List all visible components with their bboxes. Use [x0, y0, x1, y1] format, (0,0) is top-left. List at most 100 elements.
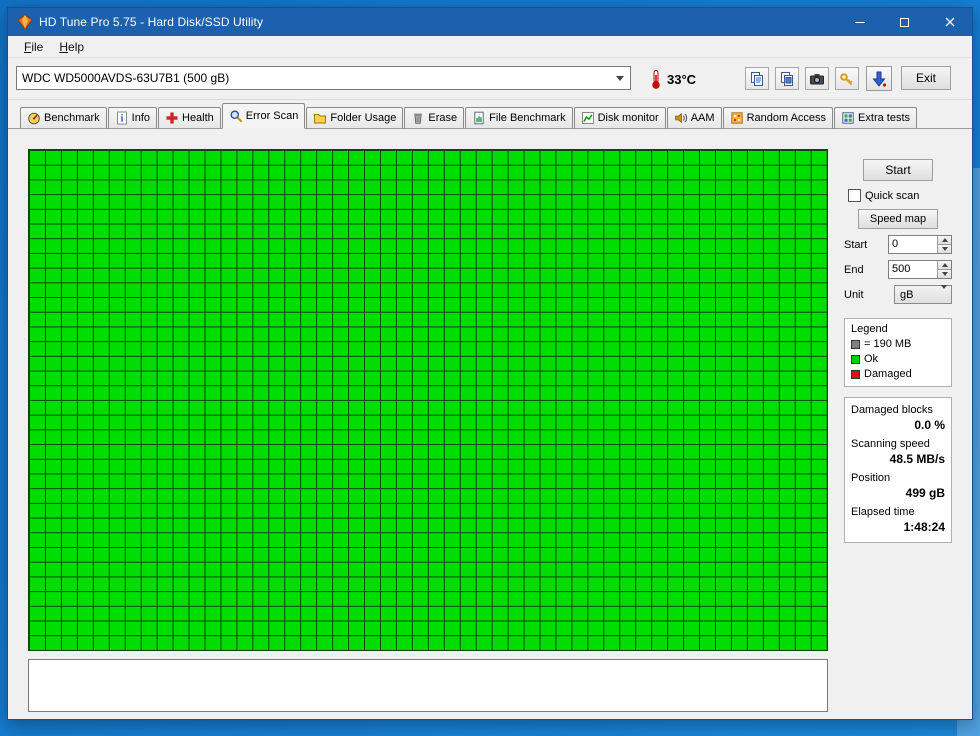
- legend-title: Legend: [851, 323, 888, 335]
- quick-scan-label: Quick scan: [865, 189, 920, 202]
- range-end-input[interactable]: 500: [888, 260, 952, 279]
- copy-text-button[interactable]: [745, 67, 769, 90]
- titlebar: HD Tune Pro 5.75 - Hard Disk/SSD Utility: [8, 8, 972, 36]
- key-icon: [840, 72, 853, 85]
- tab-benchmark[interactable]: Benchmark: [20, 107, 107, 129]
- copy-image-icon: [781, 71, 793, 86]
- download-arrow-icon: [872, 71, 887, 87]
- error-scan-page: Start Quick scan Speed map Start 0 End 5…: [8, 129, 972, 719]
- extra-tests-icon: [841, 111, 855, 125]
- legend-item-label: Damaged: [864, 368, 912, 380]
- damaged-blocks-label: Damaged blocks: [851, 404, 933, 416]
- erase-icon: [411, 111, 425, 125]
- scanning-speed-label: Scanning speed: [851, 438, 930, 450]
- window-controls: [837, 8, 972, 36]
- folder-icon: [313, 111, 327, 125]
- tab-label: Folder Usage: [330, 112, 397, 124]
- range-end-label: End: [844, 263, 864, 276]
- health-icon: [165, 111, 179, 125]
- tab-disk-monitor[interactable]: Disk monitor: [573, 107, 666, 129]
- chevron-down-icon: [610, 75, 630, 81]
- close-icon: [945, 17, 954, 27]
- range-start-value: 0: [892, 238, 899, 250]
- range-start-input[interactable]: 0: [888, 235, 952, 254]
- benchmark-icon: [27, 111, 41, 125]
- range-start-label: Start: [844, 238, 868, 251]
- exit-button[interactable]: Exit: [901, 66, 951, 90]
- app-window: HD Tune Pro 5.75 - Hard Disk/SSD Utility…: [7, 7, 973, 720]
- svg-text:i: i: [120, 114, 123, 125]
- legend-item-damaged: Damaged: [851, 368, 945, 380]
- menu-help[interactable]: Help: [51, 38, 92, 56]
- quick-scan-option[interactable]: Quick scan: [848, 189, 952, 202]
- toolbar: WDC WD5000AVDS-63U7B1 (500 gB) 33°C Exit: [8, 58, 972, 100]
- update-button[interactable]: [866, 66, 892, 91]
- tab-extra-tests[interactable]: Extra tests: [834, 107, 918, 129]
- tab-erase[interactable]: Erase: [404, 107, 465, 129]
- ok-swatch: [851, 354, 860, 364]
- options-button[interactable]: [835, 67, 859, 90]
- elapsed-time-value: 1:48:24: [903, 520, 945, 534]
- quick-scan-checkbox[interactable]: [848, 189, 861, 202]
- tab-label: Random Access: [746, 112, 827, 124]
- info-icon: i: [115, 111, 129, 125]
- legend-item-label: Ok: [864, 353, 879, 365]
- legend-box: Legend = 190 MB Ok Damaged: [844, 318, 952, 387]
- copy-text-icon: [751, 71, 763, 86]
- range-end-row: End 500: [844, 260, 952, 279]
- spin-down-icon[interactable]: [938, 244, 951, 253]
- tab-label: Benchmark: [44, 112, 100, 124]
- range-end-value: 500: [892, 263, 911, 275]
- tab-label: Disk monitor: [597, 112, 659, 124]
- tab-file-benchmark[interactable]: File Benchmark: [465, 107, 573, 129]
- spin-up-icon[interactable]: [938, 236, 951, 244]
- error-scan-icon: [229, 109, 243, 123]
- tab-health[interactable]: Health: [158, 107, 221, 129]
- close-button[interactable]: [927, 8, 972, 36]
- speed-map-button[interactable]: Speed map: [858, 209, 938, 229]
- tabstrip: Benchmark i Info Health Error Scan Folde…: [8, 100, 972, 129]
- minimize-icon: [854, 21, 865, 23]
- random-access-icon: [730, 111, 744, 125]
- range-start-spinner[interactable]: [937, 236, 951, 253]
- maximize-button[interactable]: [882, 8, 927, 36]
- speaker-icon: [674, 111, 688, 125]
- file-benchmark-icon: [472, 111, 486, 125]
- unit-select[interactable]: gB: [894, 284, 952, 304]
- disk-monitor-icon: [581, 111, 595, 125]
- tab-label: Info: [131, 112, 150, 124]
- log-box: [28, 659, 828, 712]
- scan-grid: [28, 149, 828, 651]
- screenshot-button[interactable]: [805, 67, 829, 90]
- spin-down-icon[interactable]: [938, 269, 951, 278]
- elapsed-time-label: Elapsed time: [851, 506, 915, 518]
- scan-control-panel: Start Quick scan Speed map Start 0 End 5…: [844, 157, 952, 543]
- app-logo-icon: [17, 14, 33, 30]
- tab-error-scan[interactable]: Error Scan: [221, 103, 306, 129]
- temperature-value: 33°C: [667, 71, 697, 87]
- maximize-icon: [900, 17, 909, 27]
- scanning-speed-value: 48.5 MB/s: [889, 452, 945, 466]
- tab-info[interactable]: i Info: [107, 107, 157, 129]
- thermometer-icon: [652, 70, 660, 89]
- damaged-blocks-value: 0.0 %: [914, 418, 945, 432]
- drive-select[interactable]: WDC WD5000AVDS-63U7B1 (500 gB): [16, 66, 631, 90]
- menubar: File Help: [8, 36, 972, 58]
- tab-label: Extra tests: [858, 112, 911, 124]
- tab-folder-usage[interactable]: Folder Usage: [306, 107, 404, 129]
- chevron-down-icon: [941, 284, 947, 301]
- tab-random-access[interactable]: Random Access: [722, 107, 834, 129]
- start-scan-button[interactable]: Start: [863, 159, 933, 181]
- position-value: 499 gB: [905, 486, 945, 500]
- damaged-swatch: [851, 369, 860, 379]
- camera-icon: [810, 73, 824, 84]
- tab-aam[interactable]: AAM: [666, 107, 722, 129]
- copy-image-button[interactable]: [775, 67, 799, 90]
- tab-label: File Benchmark: [489, 112, 566, 124]
- range-end-spinner[interactable]: [937, 261, 951, 278]
- spin-up-icon[interactable]: [938, 261, 951, 269]
- legend-item-ok: Ok: [851, 353, 945, 365]
- menu-file[interactable]: File: [16, 38, 51, 56]
- minimize-button[interactable]: [837, 8, 882, 36]
- tab-label: AAM: [690, 112, 715, 124]
